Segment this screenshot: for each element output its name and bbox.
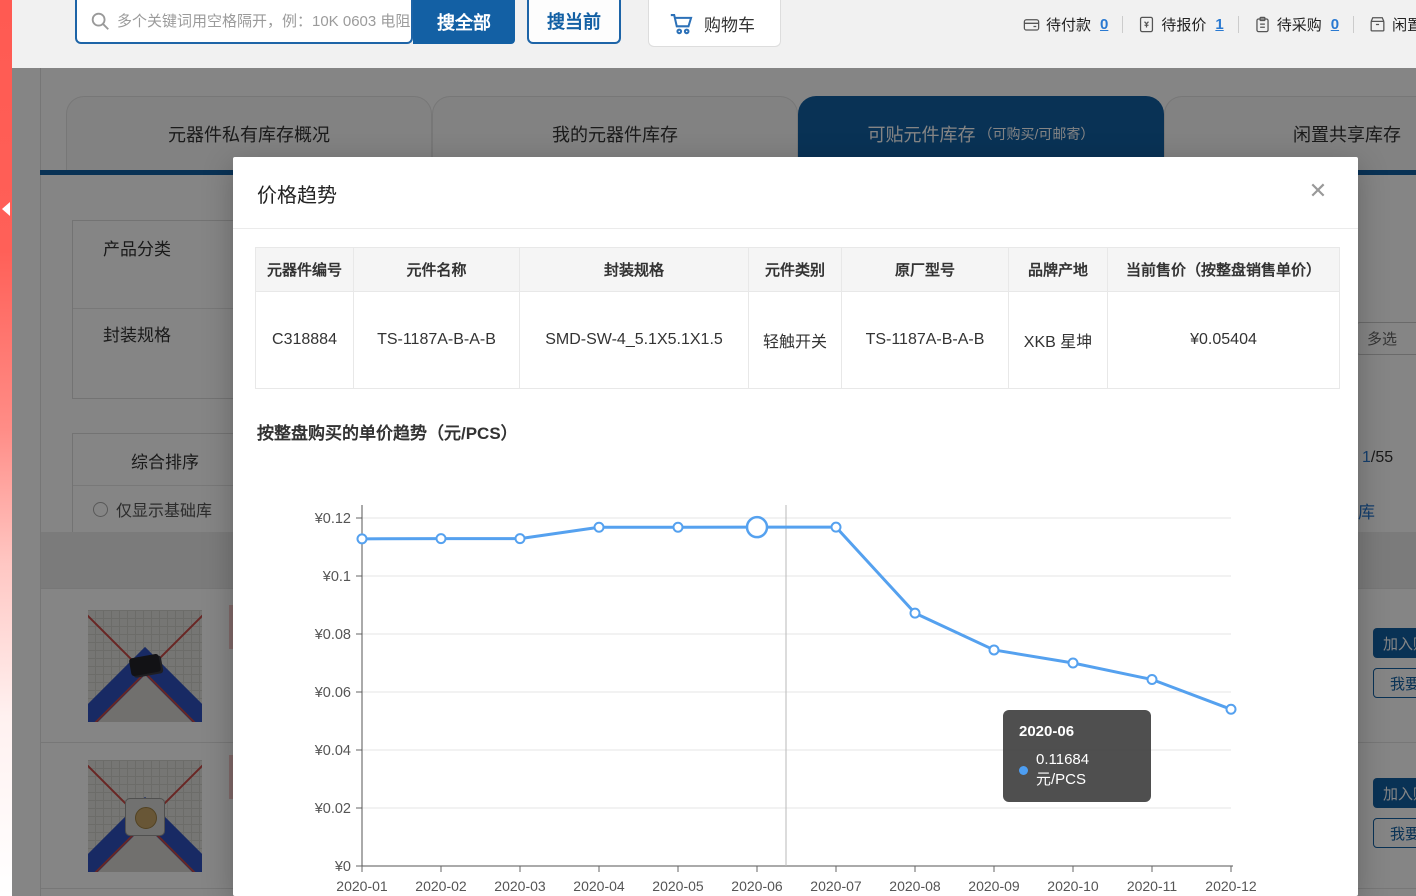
y-axis-label: ¥0.02 [314, 801, 351, 817]
data-point[interactable] [358, 534, 367, 543]
x-axis-label: 2020-05 [652, 878, 704, 894]
clipboard-icon [1253, 15, 1272, 34]
tooltip-value: 0.11684 元/PCS [1036, 751, 1135, 789]
search-current-button[interactable]: 搜当前 [527, 0, 621, 44]
highlighted-data-point[interactable] [747, 517, 767, 537]
status-label: 待付款 [1046, 14, 1091, 35]
price-trend-chart[interactable]: ¥0.12 ¥0.1 ¥0.08 ¥0.06 ¥0.04 ¥0.02 ¥0 2020-01 20… [233, 497, 1358, 896]
quote-icon [1137, 15, 1156, 34]
column-header: 元件类别 [749, 248, 842, 292]
table-cell: SMD-SW-4_5.1X5.1X1.5 [520, 292, 749, 389]
search-input[interactable] [117, 2, 411, 40]
topbar: 搜全部 搜当前 购物车 待付款 0 待报价 1 待采购 0 闲置库存 [0, 0, 1416, 68]
status-count-link[interactable]: 1 [1215, 16, 1223, 33]
status-group: 待付款 0 待报价 1 待采购 0 闲置库存 [1022, 14, 1416, 35]
chart-tooltip: 2020-06 0.11684 元/PCS [1003, 710, 1151, 802]
search-all-button[interactable]: 搜全部 [413, 0, 515, 44]
y-axis-label: ¥0.1 [322, 569, 351, 585]
y-axis-label: ¥0.06 [314, 685, 351, 701]
close-icon[interactable]: ✕ [1304, 177, 1332, 205]
part-info-table: 元器件编号元件名称封装规格元件类别原厂型号品牌产地当前售价（按整盘销售单价）C3… [255, 247, 1340, 389]
x-axis-label: 2020-07 [810, 878, 862, 894]
data-point[interactable] [1069, 659, 1078, 668]
cart-icon [668, 10, 695, 37]
status-item-2[interactable]: 待报价 1 [1137, 14, 1223, 35]
status-label: 闲置库存 [1392, 14, 1416, 35]
data-point[interactable] [990, 645, 999, 654]
column-header: 品牌产地 [1009, 248, 1108, 292]
status-label: 待报价 [1161, 14, 1206, 35]
x-axis-label: 2020-03 [494, 878, 546, 894]
promo-side-strip[interactable] [0, 0, 12, 896]
column-header: 元件名称 [354, 248, 520, 292]
x-axis-label: 2020-09 [968, 878, 1020, 894]
data-point[interactable] [1227, 705, 1236, 714]
x-axis-label: 2020-04 [573, 878, 625, 894]
data-point[interactable] [595, 523, 604, 532]
table-row: C318884TS-1187A-B-A-BSMD-SW-4_5.1X5.1X1.… [256, 292, 1340, 389]
search-icon [89, 10, 111, 32]
status-item-1[interactable]: 待付款 0 [1022, 14, 1108, 35]
status-label: 待采购 [1277, 14, 1322, 35]
table-cell: 轻触开关 [749, 292, 842, 389]
screen: 搜全部 搜当前 购物车 待付款0待报价1待采购0闲置库存 元器件私有库存概况我的… [0, 0, 1416, 896]
chart-title: 按整盘购买的单价趋势（元/PCS） [257, 419, 518, 444]
x-axis-label: 2020-06 [731, 878, 783, 894]
status-count-link[interactable]: 0 [1331, 16, 1339, 33]
y-axis-label: ¥0 [334, 859, 351, 875]
x-axis-label: 2020-08 [889, 878, 941, 894]
table-cell: TS-1187A-B-A-B [354, 292, 520, 389]
data-point[interactable] [911, 609, 920, 618]
cart-label: 购物车 [704, 11, 755, 36]
collapse-arrow-icon [2, 202, 10, 216]
data-point[interactable] [437, 534, 446, 543]
separator [1353, 16, 1354, 33]
status-item-4[interactable]: 闲置库存 [1368, 14, 1416, 35]
column-header: 元器件编号 [256, 248, 354, 292]
x-axis-label: 2020-11 [1127, 878, 1178, 894]
modal-title: 价格趋势 [257, 179, 337, 208]
data-point[interactable] [516, 534, 525, 543]
y-axis-label: ¥0.04 [314, 743, 351, 759]
x-axis-label: 2020-12 [1205, 878, 1257, 894]
y-axis-label: ¥0.08 [314, 627, 351, 643]
data-point[interactable] [1148, 675, 1157, 684]
column-header: 当前售价（按整盘销售单价） [1108, 248, 1340, 292]
y-axis-label: ¥0.12 [314, 511, 351, 527]
x-axis-label: 2020-01 [336, 878, 388, 894]
status-count-link[interactable]: 0 [1100, 16, 1108, 33]
tooltip-date: 2020-06 [1019, 723, 1135, 740]
data-point[interactable] [832, 523, 841, 532]
x-axis-label: 2020-10 [1047, 878, 1099, 894]
separator [1238, 16, 1239, 33]
column-header: 原厂型号 [842, 248, 1009, 292]
price-trend-modal: 价格趋势 ✕ 元器件编号元件名称封装规格元件类别原厂型号品牌产地当前售价（按整盘… [233, 157, 1358, 896]
table-cell: TS-1187A-B-A-B [842, 292, 1009, 389]
x-axis-label: 2020-02 [415, 878, 467, 894]
data-point[interactable] [674, 523, 683, 532]
table-cell: C318884 [256, 292, 354, 389]
status-item-3[interactable]: 待采购 0 [1253, 14, 1339, 35]
separator [1122, 16, 1123, 33]
search-box [75, 0, 413, 44]
divider [233, 228, 1358, 229]
archive-icon [1368, 15, 1387, 34]
table-cell: XKB 星坤 [1009, 292, 1108, 389]
table-cell: ¥0.05404 [1108, 292, 1340, 389]
price-line [362, 527, 1231, 709]
wallet-icon [1022, 15, 1041, 34]
column-header: 封装规格 [520, 248, 749, 292]
series-dot-icon [1019, 766, 1028, 775]
cart-button[interactable]: 购物车 [648, 0, 781, 47]
